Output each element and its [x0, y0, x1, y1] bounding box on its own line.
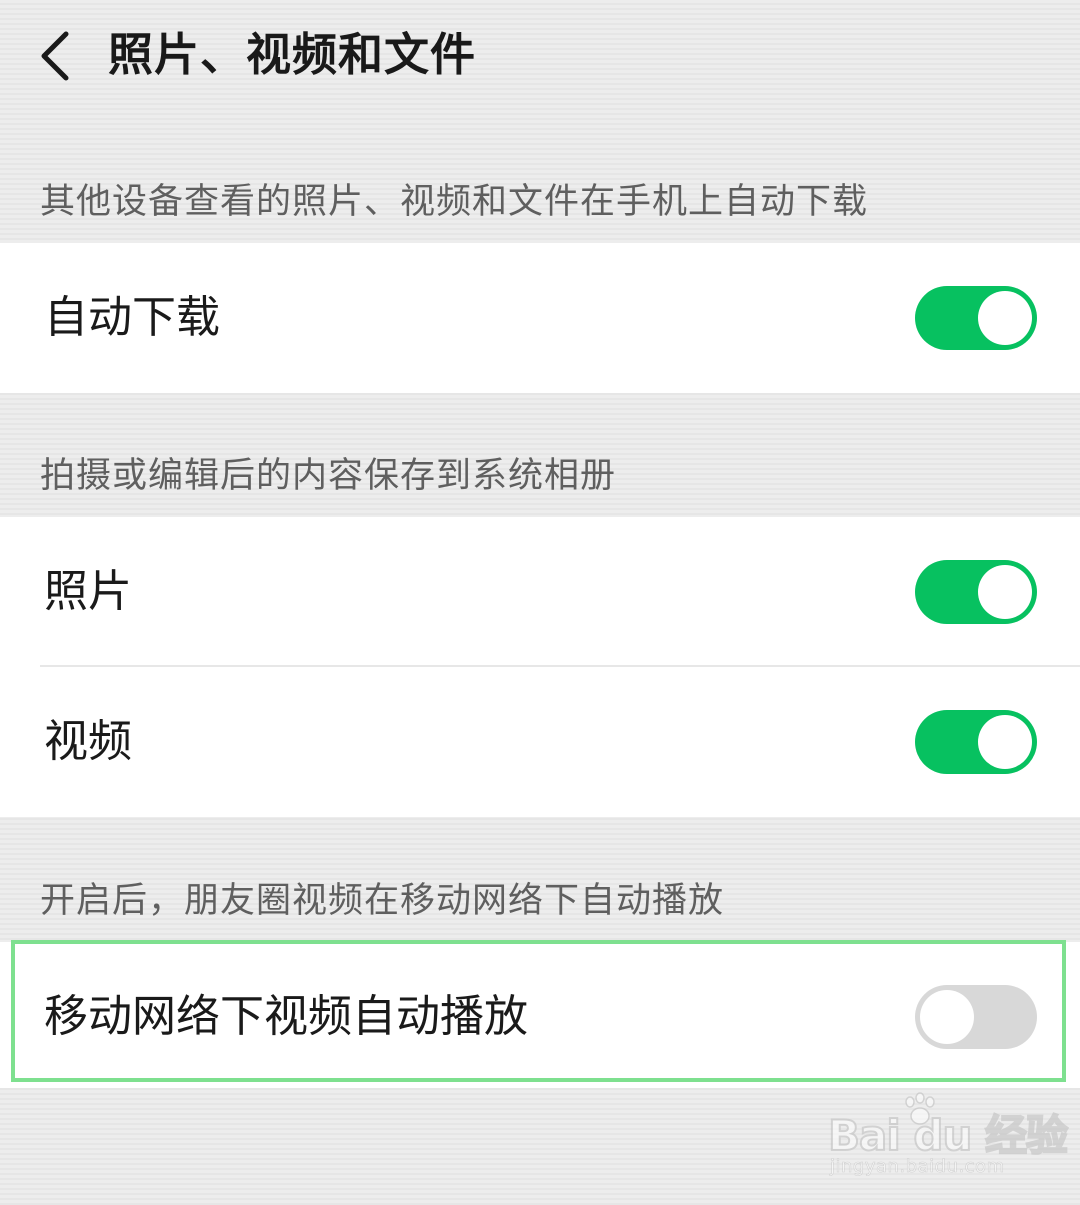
photos-toggle[interactable]	[915, 560, 1037, 624]
settings-card-moments-autoplay: 移动网络下视频自动播放	[0, 942, 1080, 1088]
mobile-autoplay-toggle[interactable]	[915, 985, 1037, 1049]
settings-card-auto-download: 自动下载	[0, 243, 1080, 393]
auto-download-toggle[interactable]	[915, 286, 1037, 350]
toggle-knob	[978, 715, 1032, 769]
chevron-left-icon	[41, 31, 69, 81]
toggle-knob	[920, 990, 974, 1044]
setting-row-videos[interactable]: 视频	[0, 667, 1080, 817]
back-button[interactable]	[28, 22, 88, 90]
setting-row-photos[interactable]: 照片	[0, 517, 1080, 667]
baidu-jingyan-watermark: Bai du 经验 jingyan.baidu.com	[827, 1090, 1069, 1186]
setting-label: 移动网络下视频自动播放	[44, 991, 528, 1042]
toggle-knob	[978, 291, 1032, 345]
page-title: 照片、视频和文件	[108, 28, 477, 81]
videos-toggle[interactable]	[915, 710, 1037, 774]
setting-label: 视频	[44, 716, 132, 767]
setting-row-auto-download[interactable]: 自动下载	[0, 243, 1080, 393]
watermark-url: jingyan.baidu.com	[830, 1156, 1005, 1178]
toggle-knob	[978, 565, 1032, 619]
setting-row-mobile-autoplay[interactable]: 移动网络下视频自动播放	[0, 942, 1080, 1088]
section-caption-moments-autoplay: 开启后，朋友圈视频在移动网络下自动播放	[40, 881, 725, 921]
setting-label: 自动下载	[44, 292, 220, 343]
top-nav-bar: 照片、视频和文件	[0, 0, 1080, 115]
settings-card-save-to-album: 照片 视频	[0, 517, 1080, 817]
watermark-logo: Bai du 经验	[827, 1110, 1069, 1161]
section-caption-save-to-album: 拍摄或编辑后的内容保存到系统相册	[40, 456, 617, 496]
section-caption-auto-download: 其他设备查看的照片、视频和文件在手机上自动下载	[40, 182, 869, 222]
setting-label: 照片	[44, 566, 132, 617]
